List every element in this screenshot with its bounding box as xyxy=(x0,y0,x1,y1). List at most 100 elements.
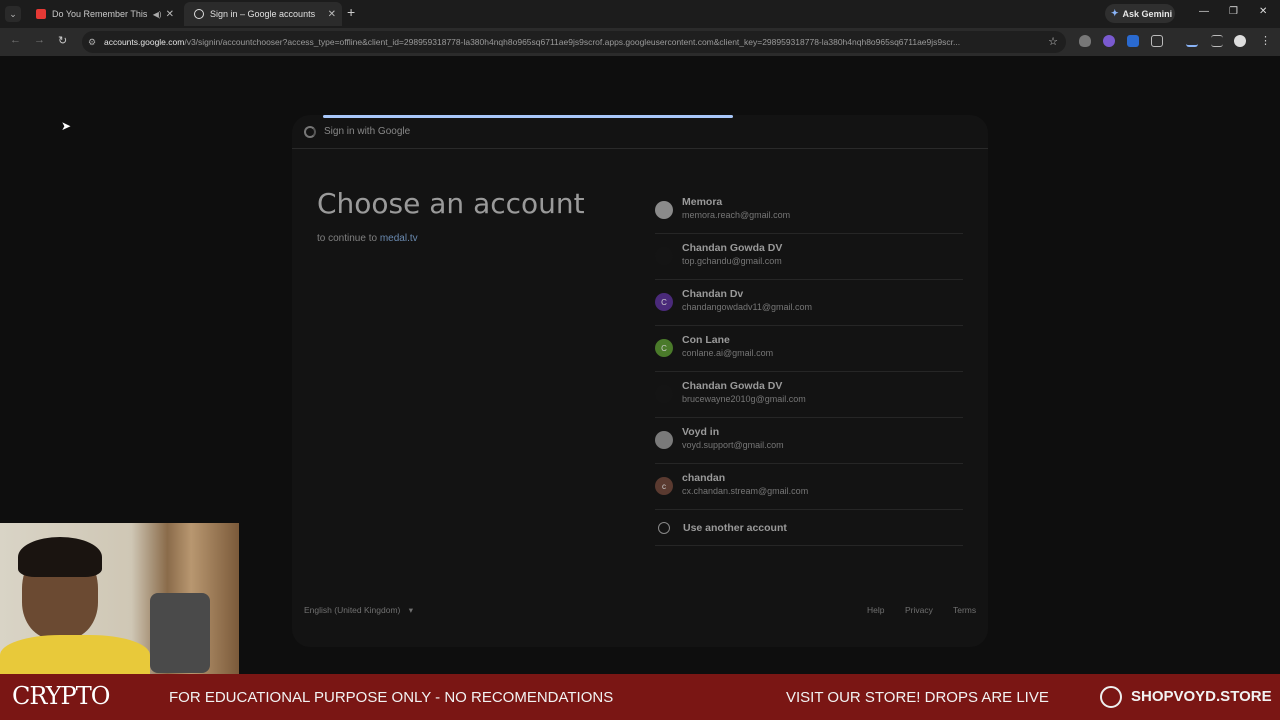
reading-list-icon[interactable] xyxy=(1211,35,1223,47)
site-info-icon[interactable]: ⚙ xyxy=(88,37,104,48)
account-email: memora.reach@gmail.com xyxy=(682,210,791,220)
banner-store-url: SHOPVOYD.STORE xyxy=(1131,688,1272,705)
google-icon xyxy=(194,9,204,19)
extension-icon[interactable] xyxy=(1127,35,1139,47)
avatar: C xyxy=(655,339,673,357)
person-hair xyxy=(18,537,102,577)
avatar xyxy=(655,201,673,219)
account-name: Chandan Gowda DV xyxy=(682,380,783,392)
back-icon[interactable]: ← xyxy=(10,34,21,46)
download-icon[interactable] xyxy=(1186,35,1198,47)
person-shirt xyxy=(0,635,150,674)
chevron-down-icon: ▾ xyxy=(408,605,414,615)
tab-strip: ⌄ Do You Remember This Mo ◀) ✕ Sign in –… xyxy=(0,0,1280,28)
terms-link[interactable]: Terms xyxy=(953,605,976,615)
account-email: top.gchandu@gmail.com xyxy=(682,256,782,266)
continue-prefix: to continue to xyxy=(317,233,378,244)
banner-promo: VISIT OUR STORE! DROPS ARE LIVE xyxy=(786,689,1049,706)
account-name: Chandan Dv xyxy=(682,288,744,300)
account-text: Chandan Gowda DV brucewayne2010g@gmail.co… xyxy=(682,379,806,406)
gemini-sparkle-icon: ✦ xyxy=(1111,8,1119,18)
close-window-icon[interactable]: ✕ xyxy=(1259,6,1267,17)
new-tab-button[interactable]: + xyxy=(347,4,355,20)
stream-banner: CRYPTO FOR EDUCATIONAL PURPOSE ONLY - NO… xyxy=(0,674,1280,720)
banner-disclaimer: FOR EDUCATIONAL PURPOSE ONLY - NO RECOME… xyxy=(169,689,614,706)
menu-kebab-icon[interactable]: ⋮ xyxy=(1260,34,1271,47)
account-list: Memora memora.reach@gmail.com Chandan Gowd… xyxy=(655,188,963,546)
avatar xyxy=(655,247,673,265)
account-circle-icon xyxy=(658,521,670,534)
help-link[interactable]: Help xyxy=(867,605,884,615)
google-logo-icon xyxy=(304,125,316,138)
tab-google-signin[interactable]: Sign in – Google accounts ✕ xyxy=(184,2,342,26)
minimize-icon[interactable]: — xyxy=(1199,6,1209,17)
account-name: Chandan Gowda DV xyxy=(682,242,783,254)
chair-shape xyxy=(150,593,210,673)
card-header: Sign in with Google xyxy=(292,115,988,149)
tab-title: Do You Remember This Mo xyxy=(52,9,149,19)
avatar: C xyxy=(655,293,673,311)
globe-icon xyxy=(1100,686,1122,708)
account-text: Chandan Gowda DV top.gchandu@gmail.com xyxy=(682,241,782,268)
webcam-overlay xyxy=(0,523,239,674)
account-email: cx.chandan.stream@gmail.com xyxy=(682,486,809,496)
account-email: conlane.ai@gmail.com xyxy=(682,348,774,358)
continue-to-text: to continue to medal.tv xyxy=(317,233,418,244)
tab-youtube[interactable]: Do You Remember This Mo ◀) ✕ xyxy=(26,2,180,26)
tab-title: Sign in – Google accounts xyxy=(210,9,316,19)
url-path: /v3/signin/accountchooser?access_type=of… xyxy=(184,37,961,47)
account-row[interactable]: Chandan Gowda DV top.gchandu@gmail.com xyxy=(655,234,963,280)
account-email: chandangowdadv11@gmail.com xyxy=(682,302,813,312)
account-name: Voyd in xyxy=(682,426,720,438)
shield-extension-icon[interactable] xyxy=(1079,35,1091,47)
gemini-label: Ask Gemini xyxy=(1122,8,1173,19)
account-text: Memora memora.reach@gmail.com xyxy=(682,195,790,222)
close-tab-icon[interactable]: ✕ xyxy=(328,9,336,20)
account-row[interactable]: C Chandan Dv chandangowdadv11@gmail.com xyxy=(655,280,963,326)
account-text: Con Lane conlane.ai@gmail.com xyxy=(682,333,773,360)
use-another-account-button[interactable]: Use another account xyxy=(655,510,963,546)
url-text[interactable]: accounts.google.com/v3/signin/accountcho… xyxy=(104,37,1039,47)
bookmark-star-icon[interactable]: ☆ xyxy=(1048,35,1058,48)
avatar xyxy=(655,385,673,403)
page-title: Choose an account xyxy=(317,187,585,220)
account-text: chandan cx.chandan.stream@gmail.com xyxy=(682,471,808,498)
url-host: accounts.google.com xyxy=(104,37,185,47)
close-tab-icon[interactable]: ✕ xyxy=(166,9,174,20)
language-select[interactable]: English (United Kingdom) ▾ xyxy=(304,605,413,616)
language-label: English (United Kingdom) xyxy=(304,605,401,615)
signin-card: Sign in with Google Choose an account to… xyxy=(292,115,988,647)
account-name: Memora xyxy=(682,196,723,208)
mouse-cursor-icon: ➤ xyxy=(61,119,72,133)
site-link[interactable]: medal.tv xyxy=(380,233,418,244)
profile-avatar[interactable] xyxy=(1234,35,1246,47)
account-name: Con Lane xyxy=(682,334,730,346)
account-email: brucewayne2010g@gmail.com xyxy=(682,394,806,404)
account-row[interactable]: Memora memora.reach@gmail.com xyxy=(655,188,963,234)
speaker-icon[interactable]: ◀) xyxy=(153,10,162,19)
account-email: voyd.support@gmail.com xyxy=(682,440,784,450)
avatar: c xyxy=(655,477,673,495)
account-name: chandan xyxy=(682,472,726,484)
forward-icon[interactable]: → xyxy=(34,34,45,46)
youtube-icon xyxy=(36,9,46,19)
ask-gemini-button[interactable]: ✦ Ask Gemini xyxy=(1105,4,1175,23)
reload-icon[interactable]: ↻ xyxy=(58,34,67,47)
puzzle-extensions-icon[interactable] xyxy=(1151,35,1163,47)
account-row[interactable]: Chandan Gowda DV brucewayne2010g@gmail.co… xyxy=(655,372,963,418)
avatar xyxy=(655,431,673,449)
privacy-link[interactable]: Privacy xyxy=(905,605,933,615)
banner-brand: CRYPTO xyxy=(12,682,110,710)
browser-toolbar: ← → ↻ ⚙ accounts.google.com/v3/signin/ac… xyxy=(0,28,1280,56)
account-row[interactable]: Voyd in voyd.support@gmail.com xyxy=(655,418,963,464)
tab-search-chevron-icon[interactable]: ⌄ xyxy=(5,6,21,22)
account-row[interactable]: c chandan cx.chandan.stream@gmail.com xyxy=(655,464,963,510)
extension-icon[interactable] xyxy=(1103,35,1115,47)
account-row[interactable]: C Con Lane conlane.ai@gmail.com xyxy=(655,326,963,372)
use-another-label: Use another account xyxy=(683,521,787,534)
address-bar[interactable]: ⚙ accounts.google.com/v3/signin/accountc… xyxy=(82,31,1066,53)
account-text: Voyd in voyd.support@gmail.com xyxy=(682,425,784,452)
card-header-label: Sign in with Google xyxy=(324,126,411,137)
restore-icon[interactable]: ❐ xyxy=(1229,6,1238,17)
account-text: Chandan Dv chandangowdadv11@gmail.com xyxy=(682,287,812,314)
